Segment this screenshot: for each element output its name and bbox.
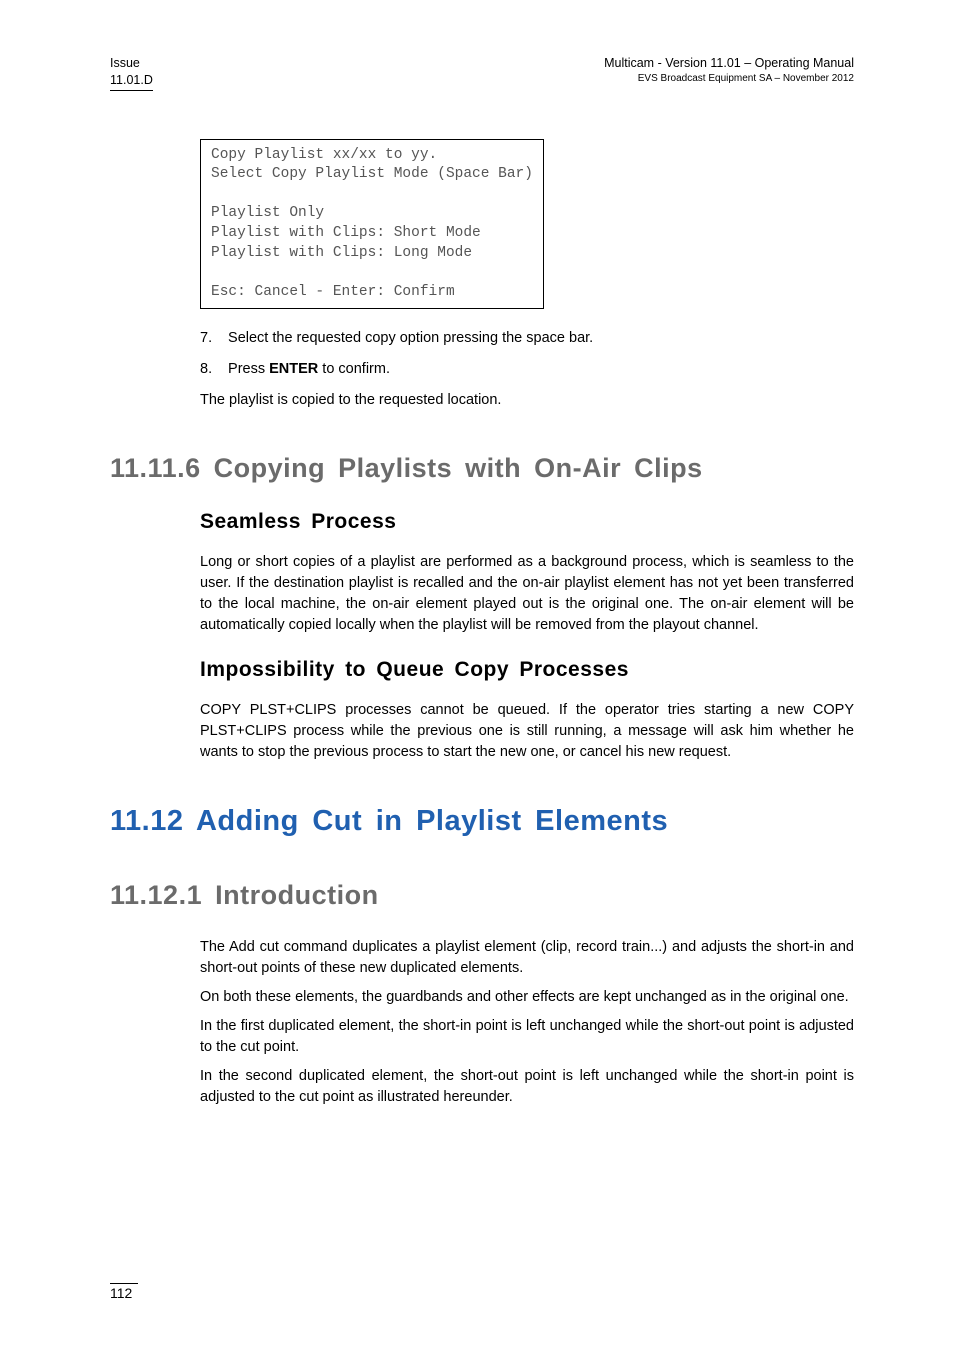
step-7: 7. Select the requested copy option pres… <box>200 327 854 350</box>
step-8: 8. Press ENTER to confirm. <box>200 358 854 381</box>
code-line-1: Copy Playlist xx/xx to yy. <box>211 147 437 163</box>
code-line-2: Select Copy Playlist Mode (Space Bar) <box>211 166 533 182</box>
issue-block: Issue 11.01.D <box>110 55 153 91</box>
intro-p2: On both these elements, the guardbands a… <box>200 987 854 1008</box>
heading-11-12-1: 11.12.1 Introduction <box>110 880 854 911</box>
manual-title: Multicam - Version 11.01 – Operating Man… <box>604 55 854 72</box>
dialog-box: Copy Playlist xx/xx to yy. Select Copy P… <box>200 139 544 310</box>
header-right: Multicam - Version 11.01 – Operating Man… <box>604 55 854 85</box>
intro-p3: In the first duplicated element, the sho… <box>200 1016 854 1058</box>
copied-line: The playlist is copied to the requested … <box>200 390 854 411</box>
step-7-number: 7. <box>200 327 224 350</box>
manual-subtitle: EVS Broadcast Equipment SA – November 20… <box>604 72 854 86</box>
page-header: Issue 11.01.D Multicam - Version 11.01 –… <box>110 55 854 91</box>
heading-impossibility: Impossibility to Queue Copy Processes <box>200 658 854 682</box>
code-line-5: Playlist with Clips: Short Mode <box>211 225 481 241</box>
intro-section: The Add cut command duplicates a playlis… <box>200 937 854 1108</box>
issue-label: Issue <box>110 56 140 70</box>
intro-p1: The Add cut command duplicates a playlis… <box>200 937 854 979</box>
heading-seamless: Seamless Process <box>200 510 854 534</box>
content-area: Copy Playlist xx/xx to yy. Select Copy P… <box>200 139 854 411</box>
page-number: 112 <box>110 1283 138 1301</box>
intro-p4: In the second duplicated element, the sh… <box>200 1066 854 1108</box>
page: Issue 11.01.D Multicam - Version 11.01 –… <box>0 0 954 1349</box>
step-8-key: ENTER <box>269 361 318 377</box>
issue-value: 11.01.D <box>110 73 153 87</box>
heading-row-11-12: 11.12 Adding Cut in Playlist Elements <box>110 805 854 838</box>
heading-11-12: 11.12 Adding Cut in Playlist Elements <box>110 805 854 838</box>
step-7-text: Select the requested copy option pressin… <box>228 330 593 346</box>
heading-11-11-6: 11.11.6 Copying Playlists with On-Air Cl… <box>110 453 854 484</box>
step-8-post: to confirm. <box>318 361 390 377</box>
seamless-paragraph: Long or short copies of a playlist are p… <box>200 552 854 636</box>
step-8-pre: Press <box>228 361 269 377</box>
impossibility-paragraph: COPY PLST+CLIPS processes cannot be queu… <box>200 700 854 763</box>
code-line-4: Playlist Only <box>211 205 324 221</box>
heading-row-11-11-6: 11.11.6 Copying Playlists with On-Air Cl… <box>110 453 854 484</box>
header-left: Issue 11.01.D <box>110 55 153 91</box>
seamless-section: Seamless Process Long or short copies of… <box>200 510 854 763</box>
step-8-number: 8. <box>200 358 224 381</box>
code-line-6: Playlist with Clips: Long Mode <box>211 245 472 261</box>
code-line-8: Esc: Cancel - Enter: Confirm <box>211 284 455 300</box>
heading-row-11-12-1: 11.12.1 Introduction <box>110 880 854 911</box>
